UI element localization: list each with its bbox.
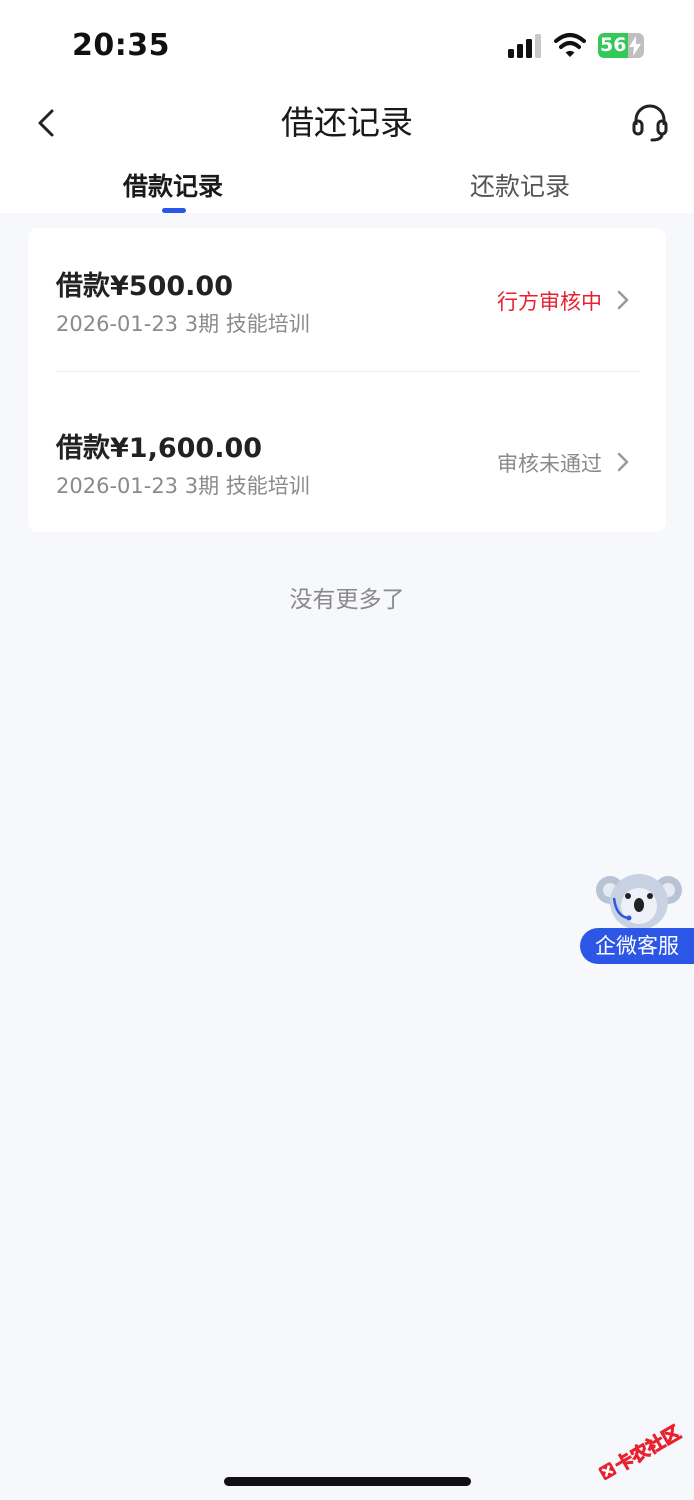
- wifi-icon: [554, 33, 586, 57]
- charging-bolt-icon: [629, 36, 641, 56]
- home-indicator: [224, 1477, 471, 1486]
- page-title: 借还记录: [281, 103, 413, 142]
- loan-amount: 借款¥500.00: [56, 271, 233, 302]
- loan-meta: 2026-01-23 3期 技能培训: [56, 474, 310, 498]
- status-label: 行方审核中: [497, 290, 602, 314]
- back-arrow-icon: [38, 109, 54, 137]
- wecom-service-label: 企微客服: [580, 928, 694, 964]
- loan-meta: 2026-01-23 3期 技能培训: [56, 312, 310, 336]
- signal-icon: [508, 34, 541, 58]
- svg-text:卡农社区: 卡农社区: [611, 1421, 684, 1476]
- back-button[interactable]: [26, 100, 66, 146]
- tab-borrow-records[interactable]: 借款记录: [73, 168, 273, 206]
- records-card: 借款¥500.00 2026-01-23 3期 技能培训 行方审核中 借款¥1,…: [28, 228, 666, 532]
- koala-mascot-icon: [596, 874, 682, 930]
- tab-repay-records[interactable]: 还款记录: [420, 168, 620, 206]
- status-label: 审核未通过: [497, 452, 602, 476]
- list-item[interactable]: 借款¥1,600.00 2026-01-23 3期 技能培训 审核未通过: [28, 390, 666, 532]
- watermark-logo: 卡农社区: [598, 1421, 685, 1480]
- status-time: 20:35: [72, 28, 170, 63]
- headset-icon: [632, 104, 668, 142]
- no-more-text: 没有更多了: [289, 587, 405, 613]
- active-tab-indicator: [162, 208, 186, 213]
- chevron-right-icon: [617, 290, 629, 310]
- wecom-service-button[interactable]: 企微客服: [580, 868, 694, 968]
- customer-service-button[interactable]: [626, 100, 674, 146]
- divider: [56, 371, 640, 372]
- loan-amount: 借款¥1,600.00: [56, 433, 263, 464]
- chevron-right-icon: [617, 452, 629, 472]
- list-item[interactable]: 借款¥500.00 2026-01-23 3期 技能培训 行方审核中: [28, 228, 666, 370]
